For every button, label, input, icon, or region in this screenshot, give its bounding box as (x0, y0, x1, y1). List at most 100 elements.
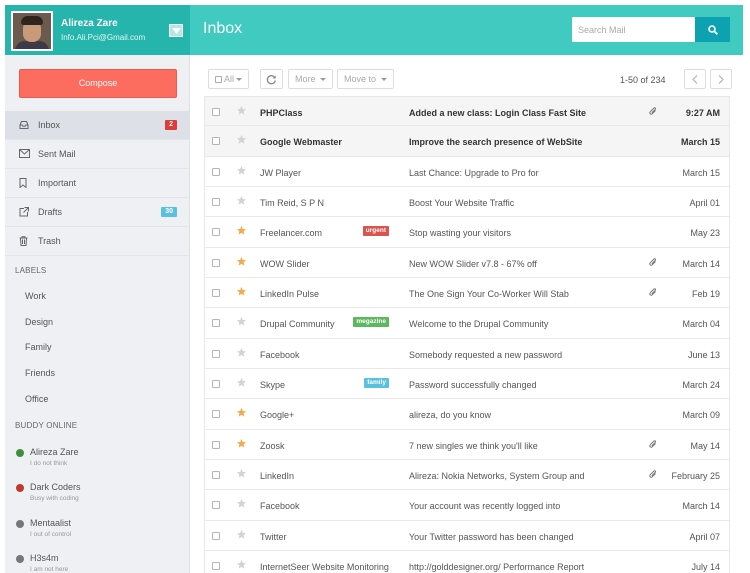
email-row[interactable]: LinkedIn Pulse The One Sign Your Co-Worke… (204, 278, 730, 309)
next-page-button[interactable] (710, 69, 732, 89)
email-row[interactable]: Freelancer.com urgent Stop wasting your vi… (204, 217, 730, 248)
label-item-office[interactable]: Office (25, 394, 48, 404)
email-row[interactable]: Twitter Your Twitter password has been ch… (204, 520, 730, 552)
buddy-online-heading: BUDDY ONLINE (15, 421, 78, 430)
status-dot (16, 519, 24, 528)
email-checkbox[interactable] (212, 137, 220, 146)
email-date: March 24 (682, 380, 720, 391)
email-checkbox[interactable] (212, 228, 220, 237)
bookmark-icon (19, 178, 29, 189)
email-checkbox[interactable] (212, 380, 220, 389)
select-all-label: All (224, 74, 235, 84)
email-checkbox[interactable] (212, 440, 220, 449)
sidebar-item-drafts[interactable]: Drafts 30 (5, 198, 190, 227)
label-item-design[interactable]: Design (25, 317, 53, 327)
email-checkbox[interactable] (212, 108, 220, 116)
email-row[interactable]: Google Webmaster Improve the search prese… (204, 126, 730, 157)
email-subject: Last Chance: Upgrade to Pro for (409, 167, 539, 178)
select-all-dropdown[interactable]: All (208, 69, 250, 89)
avatar[interactable] (11, 11, 53, 51)
email-checkbox[interactable] (212, 531, 220, 540)
sidebar-item-label: Important (38, 178, 77, 188)
email-checkbox[interactable] (212, 258, 220, 267)
email-checkbox[interactable] (212, 471, 220, 480)
label-item-work[interactable]: Work (25, 291, 46, 301)
email-checkbox[interactable] (212, 349, 220, 358)
buddy-item[interactable]: Alireza Zare I do not think (5, 443, 190, 479)
select-all-checkbox[interactable] (215, 76, 222, 83)
email-date: June 13 (687, 349, 720, 360)
main-panel: Inbox All More Move to 1-50 of 234 PHPCl… (190, 5, 743, 573)
sidebar-item-sent-mail[interactable]: Sent Mail (5, 140, 190, 169)
star-icon[interactable] (236, 468, 247, 479)
envelope-icon (19, 149, 30, 159)
search-button[interactable] (695, 17, 730, 42)
email-sender: WOW Slider (260, 258, 310, 269)
email-row[interactable]: JW Player Last Chance: Upgrade to Pro for… (204, 156, 730, 188)
search-input[interactable] (572, 17, 695, 42)
email-date: May 23 (690, 228, 720, 239)
email-row[interactable]: WOW Slider New WOW Slider v7.8 - 67% off M… (204, 247, 730, 279)
label-item-family[interactable]: Family (25, 342, 52, 352)
star-icon[interactable] (236, 529, 247, 540)
more-dropdown[interactable]: More (288, 69, 334, 89)
sidebar-item-trash[interactable]: Trash (5, 227, 190, 256)
email-checkbox[interactable] (212, 562, 220, 571)
buddy-name: H3s4m (30, 552, 59, 563)
email-sender: Facebook (260, 501, 300, 512)
star-icon[interactable] (236, 195, 247, 206)
email-row[interactable]: Skype family Password successfully changed… (204, 369, 730, 400)
label-item-friends[interactable]: Friends (25, 368, 55, 378)
email-row[interactable]: InternetSeer Website Monitoring http://go… (204, 551, 730, 573)
email-date: March 15 (682, 167, 720, 178)
chevron-right-icon (718, 75, 724, 84)
prev-page-button[interactable] (684, 69, 706, 89)
star-icon[interactable] (236, 377, 247, 388)
email-sender: Tim Reid, S P N (260, 198, 325, 209)
move-to-dropdown[interactable]: Move to (337, 69, 394, 89)
star-filled-icon[interactable] (236, 256, 247, 267)
email-checkbox[interactable] (212, 410, 220, 419)
email-row[interactable]: Drupal Community megazine Welcome to the D… (204, 308, 730, 339)
star-icon[interactable] (236, 105, 247, 116)
sidebar-item-inbox[interactable]: Inbox 2 (5, 111, 190, 140)
buddy-item[interactable]: Dark Coders Busy with coding (5, 478, 190, 514)
profile-dropdown-button[interactable] (169, 24, 183, 37)
star-filled-icon[interactable] (236, 407, 247, 418)
star-icon[interactable] (236, 559, 247, 570)
email-checkbox[interactable] (212, 501, 220, 510)
sidebar-item-label: Trash (38, 236, 61, 246)
email-row[interactable]: Zoosk 7 new singles we think you'll like M… (204, 429, 730, 461)
star-icon[interactable] (236, 316, 247, 327)
email-row[interactable]: Facebook Somebody requested a new passwor… (204, 338, 730, 370)
star-filled-icon[interactable] (236, 286, 247, 297)
email-row[interactable]: LinkedIn Alireza: Nokia Networks, System … (204, 460, 730, 491)
star-filled-icon[interactable] (236, 225, 247, 236)
star-icon[interactable] (236, 347, 247, 358)
email-row[interactable]: Facebook Your account was recently logged… (204, 490, 730, 521)
compose-button[interactable]: Compose (19, 69, 177, 98)
email-sender: Google+ (260, 410, 295, 421)
star-filled-icon[interactable] (236, 438, 247, 449)
email-row[interactable]: Tim Reid, S P N Boost Your Website Traffi… (204, 187, 730, 218)
star-icon[interactable] (236, 165, 247, 176)
email-checkbox[interactable] (212, 167, 220, 176)
email-row[interactable]: PHPClass Added a new class: Login Class F… (204, 96, 730, 127)
buddy-item[interactable]: H3s4m I am not here (5, 549, 190, 573)
refresh-button[interactable] (260, 69, 283, 89)
email-checkbox[interactable] (212, 198, 220, 207)
star-icon[interactable] (236, 498, 247, 509)
email-checkbox[interactable] (212, 289, 220, 298)
page-title: Inbox (203, 20, 243, 37)
email-checkbox[interactable] (212, 319, 220, 328)
email-subject: Boost Your Website Traffic (409, 198, 515, 209)
email-date: March 15 (680, 137, 720, 148)
star-icon[interactable] (236, 134, 247, 145)
buddy-item[interactable]: Mentaalist I out of control (5, 514, 190, 550)
email-subject: Welcome to the Drupal Community (409, 319, 549, 330)
profile-header: Alireza Zare Info.Ali.Pci@Gmail.com (5, 5, 190, 55)
sidebar-item-label: Sent Mail (38, 149, 76, 159)
email-row[interactable]: Google+ alireza, do you know March 09 (204, 399, 730, 430)
sidebar: Alireza Zare Info.Ali.Pci@Gmail.com Comp… (5, 5, 190, 573)
sidebar-item-important[interactable]: Important (5, 169, 190, 198)
